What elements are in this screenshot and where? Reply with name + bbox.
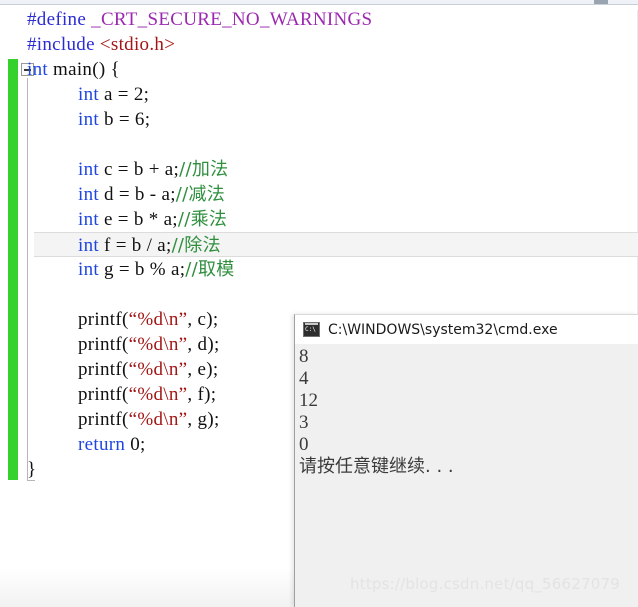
code-line[interactable]	[0, 132, 78, 157]
code-token: “%d\n”	[128, 359, 188, 380]
code-token: #define	[27, 9, 87, 30]
code-line-content: printf(“%d\n”, e);	[78, 359, 218, 380]
code-token: }	[27, 459, 37, 480]
code-line[interactable]: printf(“%d\n”, f);	[0, 382, 216, 407]
code-token: //取模	[185, 259, 235, 280]
code-line[interactable]: int c = b + a;//加法	[0, 157, 228, 182]
console-window[interactable]: C:\WINDOWS\system32\cmd.exe 841230请按任意键继…	[294, 314, 638, 607]
console-prompt-line: 请按任意键继续. . .	[299, 456, 454, 477]
screenshot-root: #define _CRT_SECURE_NO_WARNINGS #include …	[0, 0, 638, 607]
code-token: int	[27, 59, 48, 80]
code-token: , d);	[187, 334, 220, 355]
code-line-content: #define _CRT_SECURE_NO_WARNINGS	[27, 9, 372, 30]
code-token: printf(	[78, 409, 129, 430]
code-line-content: int main() {	[27, 59, 120, 80]
code-token: f = b / a;	[98, 235, 172, 256]
code-token: //除法	[171, 235, 221, 256]
console-output-line: 3	[299, 412, 309, 433]
code-line[interactable]: }	[0, 457, 36, 482]
code-line[interactable]: printf(“%d\n”, c);	[0, 307, 218, 332]
console-output-line: 4	[299, 368, 309, 389]
code-line[interactable]: int a = 2;	[0, 82, 149, 107]
code-token: d = b - a;	[98, 184, 176, 205]
code-line-content: printf(“%d\n”, d);	[78, 334, 220, 355]
code-token: //减法	[175, 184, 226, 205]
code-token: return	[78, 434, 126, 455]
code-token: printf(	[78, 334, 129, 355]
cmd-window-icon	[303, 322, 320, 337]
code-line[interactable]: int main() {	[0, 57, 120, 82]
toolbar-nub	[594, 0, 608, 4]
code-token: “%d\n”	[128, 384, 188, 405]
code-token: “%d\n”	[128, 334, 188, 355]
code-token: int	[78, 235, 99, 256]
watermark-text: https://blog.csdn.net/qq_56627079	[350, 575, 620, 593]
code-token: int	[78, 209, 99, 230]
code-line-content: printf(“%d\n”, f);	[78, 384, 216, 405]
code-token: //乘法	[177, 209, 228, 230]
code-token: //加法	[179, 159, 229, 180]
console-output-line: 12	[299, 390, 318, 411]
code-token: #include	[27, 34, 95, 55]
code-token: int	[78, 159, 99, 180]
code-line[interactable]: printf(“%d\n”, d);	[0, 332, 220, 357]
console-title-bar[interactable]: C:\WINDOWS\system32\cmd.exe	[295, 315, 638, 344]
code-token: , g);	[187, 409, 220, 430]
code-line-content: int b = 6;	[78, 109, 150, 130]
code-token: printf(	[78, 384, 129, 405]
console-output-line: 8	[299, 346, 309, 367]
code-line[interactable]: printf(“%d\n”, g);	[0, 407, 220, 432]
console-title-text: C:\WINDOWS\system32\cmd.exe	[328, 321, 558, 338]
code-token: 0;	[125, 434, 146, 455]
code-token: , f);	[187, 384, 217, 405]
code-line[interactable]: #define _CRT_SECURE_NO_WARNINGS	[0, 7, 372, 32]
code-line-content: int f = b / a;//除法	[78, 235, 221, 256]
code-token: int	[78, 259, 99, 280]
code-token: “%d\n”	[128, 409, 188, 430]
code-line[interactable]: #include <stdio.h>	[0, 32, 175, 57]
editor-bottom-fade	[0, 567, 294, 607]
code-line-content: printf(“%d\n”, g);	[78, 409, 220, 430]
code-line[interactable]	[0, 282, 78, 307]
code-line-content: printf(“%d\n”, c);	[78, 309, 218, 330]
code-token: int	[78, 109, 99, 130]
code-line[interactable]: int f = b / a;//除法	[34, 232, 638, 257]
code-token: <stdio.h>	[99, 34, 176, 55]
code-line-content: int a = 2;	[78, 84, 149, 105]
console-output-area[interactable]: 8 4 12 3 0 请按任意键继续. . .	[295, 344, 638, 607]
code-line-content: int c = b + a;//加法	[78, 159, 228, 180]
code-token: , c);	[187, 309, 219, 330]
code-line[interactable]: int e = b * a;//乘法	[0, 207, 227, 232]
code-line-content: int d = b - a;//减法	[78, 184, 225, 205]
code-token: c = b + a;	[98, 159, 180, 180]
code-line-content: int e = b * a;//乘法	[78, 209, 227, 230]
code-line-content: }	[27, 459, 36, 480]
code-token: printf(	[78, 359, 129, 380]
code-line[interactable]: int b = 6;	[0, 107, 150, 132]
code-token: b = 6;	[98, 109, 151, 130]
code-token: , e);	[187, 359, 219, 380]
code-line[interactable]: int d = b - a;//减法	[0, 182, 225, 207]
code-token: _CRT_SECURE_NO_WARNINGS	[91, 9, 373, 30]
console-output-line: 0	[299, 434, 309, 455]
code-token: g = b % a;	[98, 259, 186, 280]
code-token: e = b * a;	[98, 209, 178, 230]
code-token: int	[78, 184, 99, 205]
code-token: printf(	[78, 309, 129, 330]
code-line-content: return 0;	[78, 434, 146, 455]
code-line-content: int g = b % a;//取模	[78, 259, 235, 280]
code-line[interactable]: printf(“%d\n”, e);	[0, 357, 218, 382]
code-line[interactable]: int g = b % a;//取模	[0, 257, 235, 282]
code-line[interactable]: return 0;	[0, 432, 146, 457]
code-token: main() {	[47, 59, 120, 80]
code-token: “%d\n”	[128, 309, 188, 330]
code-token: int	[78, 84, 99, 105]
code-token: a = 2;	[98, 84, 150, 105]
code-line-content: #include <stdio.h>	[27, 34, 175, 55]
